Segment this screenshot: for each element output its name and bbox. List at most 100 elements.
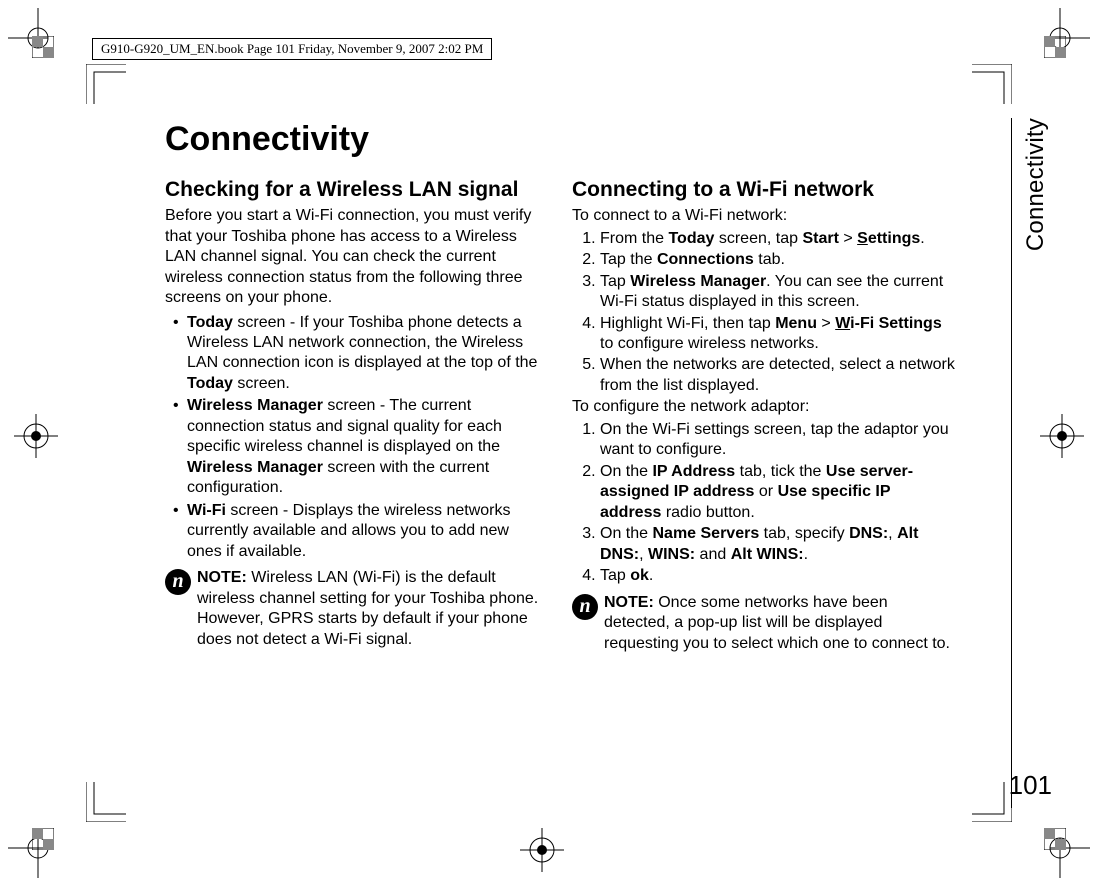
body-text: . — [804, 546, 808, 563]
body-text: . — [920, 230, 924, 247]
column-left: Checking for a Wireless LAN signal Befor… — [165, 177, 548, 654]
numbered-list: From the Today screen, tap Start > Setti… — [572, 229, 955, 397]
numbered-list: On the Wi-Fi settings screen, tap the ad… — [572, 420, 955, 587]
body-text: , — [888, 525, 897, 542]
body-text: Highlight Wi-Fi, then tap — [600, 315, 775, 332]
bold-text: NOTE: — [604, 594, 654, 611]
crop-mark-icon — [1030, 8, 1090, 68]
color-swatch-icon — [32, 828, 54, 850]
registration-icon — [14, 414, 58, 458]
side-section-label: Connectivity — [1022, 118, 1050, 251]
list-item: On the Name Servers tab, specify DNS:, A… — [600, 524, 955, 565]
body-text: On the — [600, 525, 652, 542]
crop-mark-icon — [8, 818, 68, 878]
bold-text: Today — [668, 230, 714, 247]
body-text: To connect to a Wi-Fi network: — [572, 206, 955, 226]
note-text: NOTE: Once some networks have been detec… — [604, 593, 955, 654]
list-item: From the Today screen, tap Start > Setti… — [600, 229, 955, 249]
body-text: . — [649, 567, 653, 584]
page-title: Connectivity — [165, 120, 955, 159]
bold-text: WINS: — [648, 546, 695, 563]
bold-text: Wireless Manager — [630, 273, 766, 290]
bold-text: i-Fi Settings — [850, 315, 942, 332]
corner-frame-icon — [86, 782, 126, 822]
body-text: screen - If your Toshiba phone detects a… — [187, 314, 537, 372]
body-text: and — [695, 546, 731, 563]
side-rule — [1011, 118, 1012, 808]
bold-text: Alt WINS: — [731, 546, 804, 563]
body-text: On the — [600, 463, 652, 480]
registration-icon — [520, 828, 564, 872]
bold-text: Menu — [775, 315, 817, 332]
body-text: to configure wireless networks. — [600, 335, 819, 352]
body-text: , — [639, 546, 648, 563]
color-swatch-icon — [1044, 36, 1066, 58]
list-item: When the networks are detected, select a… — [600, 355, 955, 396]
body-text: Before you start a Wi-Fi connection, you… — [165, 206, 548, 308]
list-item: Wireless Manager screen - The current co… — [187, 396, 548, 498]
list-item: Highlight Wi-Fi, then tap Menu > Wi-Fi S… — [600, 314, 955, 355]
body-text: tab, tick the — [735, 463, 826, 480]
crop-mark-icon — [8, 8, 68, 68]
list-item: On the IP Address tab, tick the Use serv… — [600, 462, 955, 523]
bold-text: Name Servers — [652, 525, 759, 542]
body-text: tab. — [754, 251, 785, 268]
body-text: Tap the — [600, 251, 657, 268]
column-right: Connecting to a Wi-Fi network To connect… — [572, 177, 955, 654]
body-text: From the — [600, 230, 668, 247]
body-text: screen - Displays the wireless networks … — [187, 502, 511, 560]
bold-text: Today — [187, 314, 233, 331]
crop-mark-icon — [1030, 818, 1090, 878]
body-text: screen, tap — [714, 230, 802, 247]
body-text: radio button. — [661, 504, 754, 521]
body-text: > — [817, 315, 835, 332]
note-block: n NOTE: Once some networks have been det… — [572, 593, 955, 654]
note-icon: n — [165, 569, 191, 595]
body-text: tab, specify — [759, 525, 849, 542]
list-item: Today screen - If your Toshiba phone det… — [187, 313, 548, 395]
corner-frame-icon — [972, 782, 1012, 822]
bold-text: ok — [630, 567, 649, 584]
bold-text: IP Address — [652, 463, 735, 480]
content-area: Connectivity Checking for a Wireless LAN… — [165, 120, 955, 750]
section-heading: Connecting to a Wi-Fi network — [572, 177, 955, 202]
bold-text: Start — [802, 230, 838, 247]
body-text: Wireless LAN (Wi-Fi) is the default wire… — [197, 569, 538, 647]
corner-frame-icon — [972, 64, 1012, 104]
underlined-text: W — [835, 315, 850, 332]
body-text: Tap — [600, 567, 630, 584]
corner-frame-icon — [86, 64, 126, 104]
registration-icon — [1040, 414, 1084, 458]
bold-text: ettings — [868, 230, 920, 247]
list-item: Tap ok. — [600, 566, 955, 586]
list-item: Tap Wireless Manager. You can see the cu… — [600, 272, 955, 313]
list-item: On the Wi-Fi settings screen, tap the ad… — [600, 420, 955, 461]
bold-text: DNS: — [849, 525, 888, 542]
note-block: n NOTE: Wireless LAN (Wi-Fi) is the defa… — [165, 568, 548, 650]
document-page: G910-G920_UM_EN.book Page 101 Friday, No… — [0, 0, 1098, 886]
underlined-text: S — [857, 230, 868, 247]
bold-text: Today — [187, 375, 233, 392]
bold-text: Wi-Fi — [187, 502, 226, 519]
body-text: screen. — [233, 375, 290, 392]
body-text: To configure the network adaptor: — [572, 397, 955, 417]
body-text: > — [839, 230, 857, 247]
bold-text: Wireless Manager — [187, 397, 323, 414]
bullet-list: Today screen - If your Toshiba phone det… — [165, 313, 548, 563]
color-swatch-icon — [1044, 828, 1066, 850]
bold-text: NOTE: — [197, 569, 247, 586]
list-item: Tap the Connections tab. — [600, 250, 955, 270]
page-number: 101 — [1009, 770, 1052, 801]
body-text: Once some networks have been detected, a… — [604, 594, 950, 652]
section-heading: Checking for a Wireless LAN signal — [165, 177, 548, 202]
body-text: Tap — [600, 273, 630, 290]
note-text: NOTE: Wireless LAN (Wi-Fi) is the defaul… — [197, 568, 548, 650]
bold-text: Connections — [657, 251, 754, 268]
two-column-layout: Checking for a Wireless LAN signal Befor… — [165, 177, 955, 654]
color-swatch-icon — [32, 36, 54, 58]
page-header-metadata: G910-G920_UM_EN.book Page 101 Friday, No… — [92, 38, 492, 60]
bold-text: Wireless Manager — [187, 459, 323, 476]
note-icon: n — [572, 594, 598, 620]
body-text: or — [754, 483, 777, 500]
list-item: Wi-Fi screen - Displays the wireless net… — [187, 501, 548, 562]
